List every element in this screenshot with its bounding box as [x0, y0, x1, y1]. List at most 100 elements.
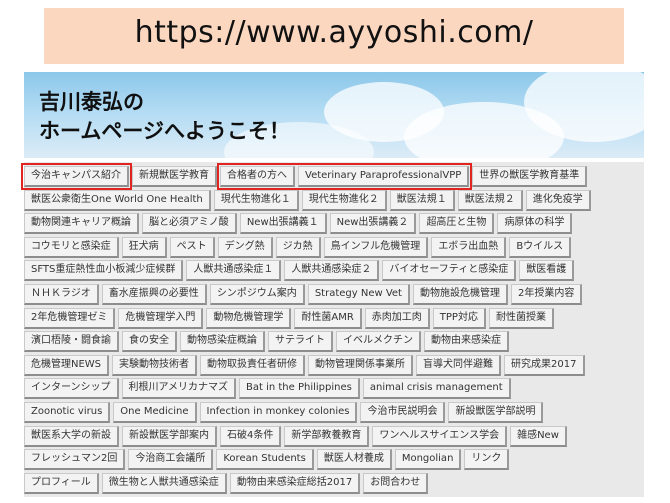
nav-link-button[interactable]: Bat in the Philippines: [239, 378, 360, 400]
page-title-line1: 吉川泰弘の: [39, 90, 144, 114]
nav-row: 2年危機管理ゼミ 危機管理学入門 動物危機管理学 耐性菌AMR 赤肉加工肉 TPP対応 耐性…: [24, 307, 557, 329]
nav-link-button[interactable]: New出張講義２: [329, 213, 417, 235]
nav-link-button[interactable]: Mongolian: [394, 449, 462, 471]
nav-link-button[interactable]: デング熱: [217, 236, 273, 258]
nav-row: 今治キャンパス紹介 新規獣医学教育 合格者の方へ Veterinary Parapro…: [24, 166, 590, 187]
nav-link-button[interactable]: シンポジウム案内: [209, 284, 305, 305]
nav-link-button[interactable]: 微生物と人獣共通感染症: [101, 472, 227, 494]
nav-link-button[interactable]: Zoonotic virus: [24, 402, 111, 423]
page-title-line2: ホームページへようこそ！: [39, 119, 290, 143]
nav-link-button[interactable]: 新学部教養教育: [284, 425, 370, 447]
page-title: 吉川泰弘の ホームページへようこそ！: [39, 88, 290, 146]
nav-row: 獣医公衆衛生One World One Health 現代生物進化１ 現代生物進化２…: [24, 189, 594, 211]
nav-link-button[interactable]: 濱口梧陵・闘食諭: [24, 331, 119, 353]
nav-link-button[interactable]: 食の安全: [122, 331, 177, 353]
nav-link-button[interactable]: リンク: [464, 449, 510, 471]
nav-row: 危機管理NEWS 実験動物技術者 動物取扱責任者研修 動物管理関係事業所 盲導犬同伴避難…: [24, 354, 588, 376]
nav-link-button[interactable]: Veterinary ParaprofessionalVPP: [298, 166, 470, 187]
nav-link-button[interactable]: 雑感New: [510, 425, 567, 447]
nav-link-button[interactable]: 進化免疫学: [525, 189, 591, 211]
nav-link-button[interactable]: 病原体の科学: [497, 213, 573, 235]
nav-link-button[interactable]: バイオセーフティと感染症: [382, 260, 517, 282]
nav-link-button[interactable]: 人獣共通感染症１: [186, 260, 282, 282]
nav-link-button[interactable]: 動物危機管理学: [206, 307, 292, 329]
nav-link-button[interactable]: インターンシップ: [24, 378, 119, 400]
nav-link-button[interactable]: 獣医法規２: [457, 189, 523, 211]
nav-row: コウモリと感染症 狂犬病 ペスト デング熱 ジカ熱 鳥インフル危機管理 エボラ出血熱 Bウイル…: [24, 236, 574, 258]
hero-banner: 吉川泰弘の ホームページへようこそ！: [24, 72, 644, 158]
nav-link-button[interactable]: ペスト: [169, 236, 215, 258]
nav-link-button[interactable]: 動物施設危機管理: [412, 284, 508, 305]
nav-row: インターンシップ 利根川アメリカナマズ Bat in the Philippines…: [24, 378, 514, 400]
nav-row: SFTS重症熱性血小板減少症候群 人獣共通感染症１ 人獣共通感染症２ バイオセーフティ…: [24, 260, 577, 282]
nav-menu: 今治キャンパス紹介 新規獣医学教育 合格者の方へ Veterinary Parapro…: [21, 162, 644, 497]
nav-link-button[interactable]: SFTS重症熱性血小板減少症候群: [24, 260, 184, 282]
url-banner: https://www.ayyoshi.com/: [44, 8, 624, 64]
nav-link-button[interactable]: 危機管理NEWS: [24, 354, 110, 376]
nav-link-button[interactable]: 赤肉加工肉: [364, 307, 430, 329]
nav-row: ＮＨＫラジオ 畜水産振興の必要性 シンポジウム案内 Strategy New Vet 動…: [24, 284, 585, 305]
nav-link-button[interactable]: ジカ熱: [275, 236, 321, 258]
nav-link-button[interactable]: 獣医公衆衛生One World One Health: [24, 189, 211, 211]
nav-link-button[interactable]: 獣医看護: [519, 260, 575, 282]
nav-link-button[interactable]: フレッシュマン2回: [24, 449, 126, 471]
nav-link-button[interactable]: 実験動物技術者: [112, 354, 198, 376]
nav-link-button[interactable]: 動物由来感染症: [424, 331, 509, 353]
nav-link-button[interactable]: 今治商工会議所: [128, 449, 214, 471]
nav-link-button[interactable]: 新規獣医学教育: [132, 166, 217, 187]
nav-link-button[interactable]: One Medicine: [113, 402, 197, 423]
nav-link-button[interactable]: 2年危機管理ゼミ: [24, 307, 116, 329]
nav-link-button[interactable]: 耐性菌授業: [488, 307, 554, 329]
nav-link-button[interactable]: 畜水産振興の必要性: [101, 284, 207, 305]
nav-link-button[interactable]: Bウイルス: [509, 236, 572, 258]
nav-link-button[interactable]: 動物取扱責任者研修: [200, 354, 306, 376]
nav-link-button[interactable]: イベルメクチン: [336, 331, 421, 353]
nav-link-button[interactable]: 獣医人材養成: [316, 449, 392, 471]
nav-link-button[interactable]: 現代生物進化２: [301, 189, 387, 211]
nav-link-button[interactable]: animal crisis management: [362, 378, 511, 400]
nav-link-button[interactable]: 新設獣医学部案内: [122, 425, 217, 447]
nav-link-button[interactable]: TPP対応: [432, 307, 486, 329]
nav-link-button[interactable]: 動物管理関係事業所: [308, 354, 414, 376]
nav-row: Zoonotic virus One Medicine Infection in m…: [24, 402, 546, 423]
nav-link-button[interactable]: 世界の獣医学教育基準: [472, 166, 588, 187]
nav-link-button[interactable]: 動物由来感染症総括2017: [229, 472, 361, 494]
nav-link-button[interactable]: 脳と必須アミノ酸: [142, 213, 237, 235]
nav-row: 動物関連キャリア概論 脳と必須アミノ酸 New出張講義１ New出張講義２ 超高圧と生物…: [24, 213, 575, 235]
nav-link-button[interactable]: 危機管理学入門: [118, 307, 204, 329]
nav-link-button[interactable]: 今治市民説明会: [360, 402, 446, 423]
nav-link-button[interactable]: 狂犬病: [121, 236, 167, 258]
nav-link-button[interactable]: New出張講義１: [239, 213, 327, 235]
nav-link-button[interactable]: 超高圧と生物: [419, 213, 495, 235]
nav-link-button[interactable]: 合格者の方へ: [220, 166, 295, 187]
nav-row: 濱口梧陵・闘食諭 食の安全 動物感染症概論 サテライト イベルメクチン 動物由来感染症: [24, 331, 512, 353]
nav-link-button[interactable]: 盲導犬同伴避難: [416, 354, 502, 376]
nav-link-button[interactable]: 利根川アメリカナマズ: [121, 378, 236, 400]
nav-link-button[interactable]: 今治キャンパス紹介: [24, 166, 129, 187]
nav-link-button[interactable]: Korean Students: [216, 449, 314, 471]
nav-link-button[interactable]: Infection in monkey colonies: [199, 402, 358, 423]
nav-link-button[interactable]: コウモリと感染症: [24, 236, 119, 258]
nav-link-button[interactable]: 獣医系大学の新設: [24, 425, 119, 447]
nav-link-button[interactable]: Strategy New Vet: [307, 284, 410, 305]
nav-link-button[interactable]: プロフィール: [24, 472, 99, 494]
nav-link-button[interactable]: 耐性菌AMR: [294, 307, 362, 329]
nav-link-button[interactable]: 獣医法規１: [389, 189, 455, 211]
nav-link-button[interactable]: サテライト: [268, 331, 333, 353]
nav-link-button[interactable]: 人獣共通感染症２: [284, 260, 380, 282]
nav-link-button[interactable]: 現代生物進化１: [213, 189, 299, 211]
nav-row: 獣医系大学の新設 新設獣医学部案内 石破4条件 新学部教養教育 ワンヘルスサイエンス学会…: [24, 425, 570, 447]
nav-link-button[interactable]: 2年授業内容: [510, 284, 583, 305]
nav-row: プロフィール 微生物と人獣共通感染症 動物由来感染症総括2017 お問合わせ: [24, 472, 431, 494]
nav-row: フレッシュマン2回 今治商工会議所 Korean Students 獣医人材養成 Mon…: [24, 449, 512, 471]
nav-link-button[interactable]: お問合わせ: [363, 472, 429, 494]
nav-link-button[interactable]: ＮＨＫラジオ: [24, 284, 99, 305]
nav-link-button[interactable]: ワンヘルスサイエンス学会: [372, 425, 508, 447]
nav-link-button[interactable]: 動物関連キャリア概論: [24, 213, 139, 235]
nav-link-button[interactable]: 研究成果2017: [504, 354, 585, 376]
nav-link-button[interactable]: エボラ出血熱: [431, 236, 507, 258]
nav-link-button[interactable]: 動物感染症概論: [180, 331, 265, 353]
nav-link-button[interactable]: 石破4条件: [220, 425, 282, 447]
nav-link-button[interactable]: 新設獣医学部説明: [448, 402, 544, 423]
nav-link-button[interactable]: 鳥インフル危機管理: [323, 236, 429, 258]
